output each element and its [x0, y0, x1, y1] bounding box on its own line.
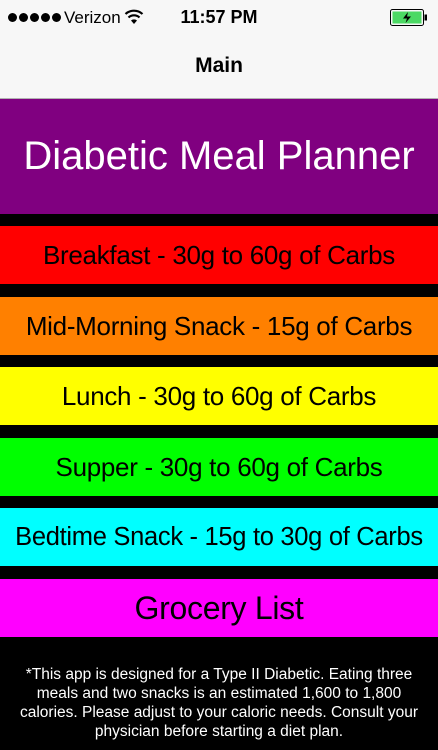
- supper-button[interactable]: Supper - 30g to 60g of Carbs: [0, 438, 438, 496]
- app-banner: Diabetic Meal Planner: [0, 99, 438, 214]
- disclaimer-text: *This app is designed for a Type II Diab…: [19, 666, 419, 740]
- mid-morning-snack-button[interactable]: Mid-Morning Snack - 15g of Carbs: [0, 297, 438, 355]
- status-time: 11:57 PM: [180, 7, 258, 27]
- grocery-list-button[interactable]: Grocery List: [0, 579, 438, 637]
- navigation-bar: Main: [0, 38, 438, 99]
- lunch-button[interactable]: Lunch - 30g to 60g of Carbs: [0, 367, 438, 425]
- bedtime-snack-button[interactable]: Bedtime Snack - 15g to 30g of Carbs: [0, 508, 438, 566]
- status-bar: Verizon 11:57 PM: [0, 0, 438, 38]
- breakfast-button[interactable]: Breakfast - 30g to 60g of Carbs: [0, 226, 438, 284]
- page-title: Main: [195, 54, 243, 77]
- battery-charging-icon: [390, 9, 428, 26]
